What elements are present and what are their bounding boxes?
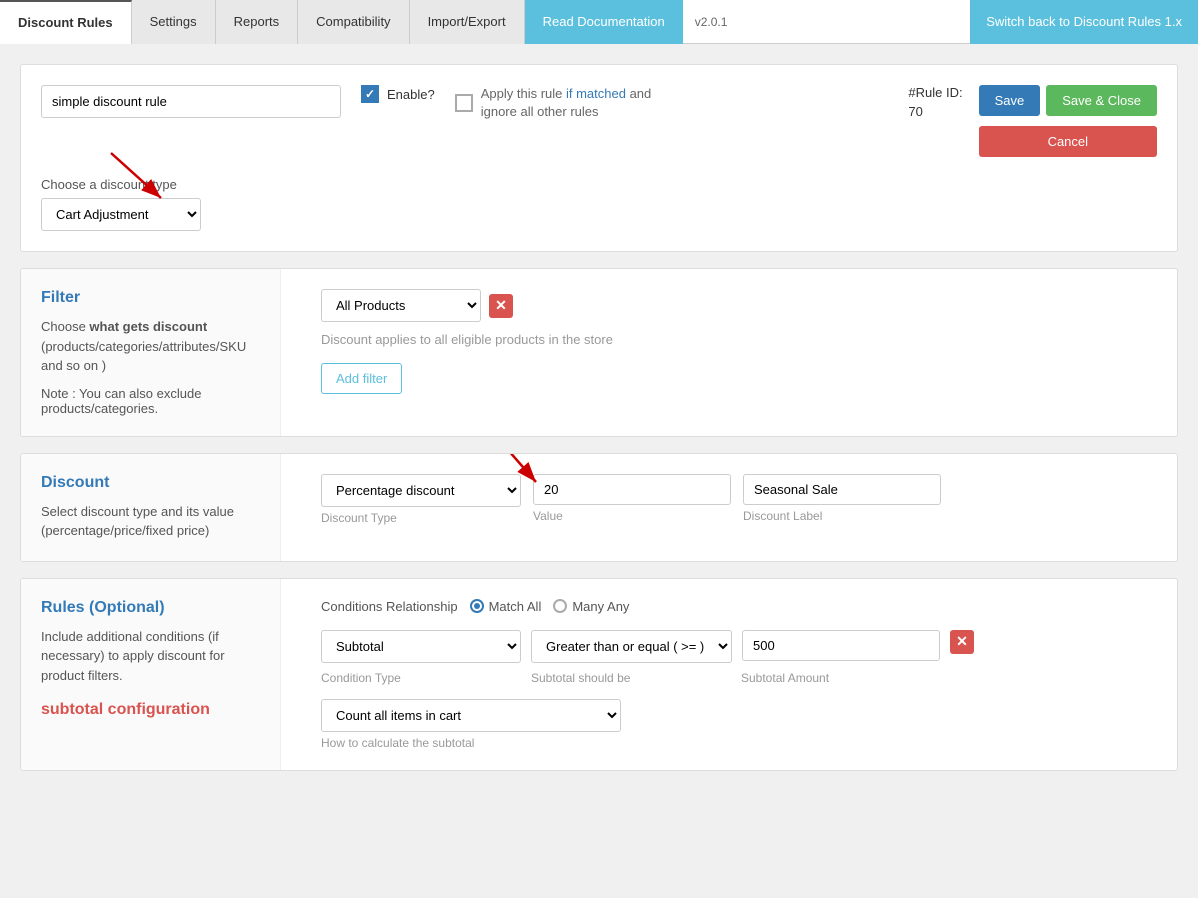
filter-note: Note : You can also exclude products/cat… (41, 386, 260, 416)
tab-reports[interactable]: Reports (216, 0, 299, 44)
subtotal-calc-select[interactable]: Count all items in cart Count unique ite… (321, 699, 621, 732)
discount-label-field-label: Discount Label (743, 509, 941, 523)
subtotal-calc-row: Count all items in cart Count unique ite… (321, 699, 1157, 750)
discount-label-input[interactable] (743, 474, 941, 505)
conditions-relationship: Conditions Relationship Match All Many A… (321, 599, 1157, 614)
match-all-radio-icon (470, 599, 484, 613)
save-button[interactable]: Save (979, 85, 1041, 116)
rules-section: Rules (Optional) Include additional cond… (20, 578, 1178, 771)
save-close-button[interactable]: Save & Close (1046, 85, 1157, 116)
subtotal-annotation: subtotal configuration (41, 701, 260, 719)
discount-desc: Select discount type and its value (perc… (41, 502, 260, 541)
rule-name-card: Enable? Apply this rule if matched and i… (20, 64, 1178, 252)
discount-section-right: Percentage discount Fixed discount Fixed… (301, 454, 1177, 561)
apply-rule-text: Apply this rule if matched and ignore al… (481, 85, 661, 121)
filter-desc-main: Choose what gets discount (products/cate… (41, 317, 260, 376)
condition-type-label: Condition Type (321, 671, 521, 685)
subtotal-should-be-label: Subtotal should be (531, 671, 731, 685)
match-all-label: Match All (489, 599, 542, 614)
rule-id-value: 70 (908, 104, 922, 119)
tab-import-export[interactable]: Import/Export (410, 0, 525, 44)
discount-type-label: Choose a discount type (41, 177, 1157, 192)
filter-section-left: Filter Choose what gets discount (produc… (21, 269, 281, 436)
subtotal-amount-label: Subtotal Amount (741, 671, 829, 685)
discount-type-field: Percentage discount Fixed discount Fixed… (321, 474, 521, 525)
add-filter-button[interactable]: Add filter (321, 363, 402, 394)
remove-condition-button[interactable]: ✕ (950, 630, 974, 654)
subtotal-calc-label: How to calculate the subtotal (321, 736, 1157, 750)
rule-id-label: #Rule ID: (908, 85, 962, 100)
enable-checkbox[interactable] (361, 85, 379, 103)
discount-section-left: Discount Select discount type and its va… (21, 454, 281, 561)
apply-rule-section: Apply this rule if matched and ignore al… (455, 85, 661, 121)
filter-applied-desc: Discount applies to all eligible product… (321, 332, 1157, 347)
rules-section-right: Conditions Relationship Match All Many A… (301, 579, 1177, 770)
discount-section: Discount Select discount type and its va… (20, 453, 1178, 562)
switch-back-button[interactable]: Switch back to Discount Rules 1.x (970, 0, 1198, 44)
tab-compatibility[interactable]: Compatibility (298, 0, 409, 44)
condition-type-select[interactable]: Subtotal Cart Item Count Customer Role (321, 630, 521, 663)
cancel-button[interactable]: Cancel (979, 126, 1157, 157)
rules-section-left: Rules (Optional) Include additional cond… (21, 579, 281, 770)
filter-title: Filter (41, 289, 260, 307)
condition-value-input[interactable] (742, 630, 940, 661)
condition-labels-row: Condition Type Subtotal should be Subtot… (321, 671, 1157, 685)
many-any-radio-icon (553, 599, 567, 613)
discount-value-field: Value (533, 474, 731, 523)
discount-title: Discount (41, 474, 260, 492)
many-any-radio[interactable]: Many Any (553, 599, 629, 614)
version-label: v2.0.1 (683, 15, 740, 29)
discount-type-field-label: Discount Type (321, 511, 521, 525)
main-content: Enable? Apply this rule if matched and i… (0, 44, 1198, 807)
match-all-radio[interactable]: Match All (470, 599, 542, 614)
rule-id-section: #Rule ID: 70 (908, 85, 962, 119)
rules-title: Rules (Optional) (41, 599, 260, 617)
discount-value-input[interactable] (533, 474, 731, 505)
condition-row: Subtotal Cart Item Count Customer Role G… (321, 630, 1157, 663)
remove-filter-button[interactable]: ✕ (489, 294, 513, 318)
top-navigation: Discount Rules Settings Reports Compatib… (0, 0, 1198, 44)
discount-type-dropdown[interactable]: Percentage discount Fixed discount Fixed… (321, 474, 521, 507)
filter-section-right: All Products Specific Products Specific … (301, 269, 1177, 436)
rules-desc: Include additional conditions (if necess… (41, 627, 260, 686)
tab-discount-rules[interactable]: Discount Rules (0, 0, 132, 44)
filter-row: All Products Specific Products Specific … (321, 289, 1157, 322)
action-buttons: Save Save & Close Cancel (979, 85, 1157, 157)
tab-settings[interactable]: Settings (132, 0, 216, 44)
discount-fields: Percentage discount Fixed discount Fixed… (321, 474, 1157, 525)
discount-label-field: Discount Label (743, 474, 941, 523)
conditions-relationship-label: Conditions Relationship (321, 599, 458, 614)
filter-section: Filter Choose what gets discount (produc… (20, 268, 1178, 437)
discount-type-section: Choose a discount type Cart Adjustment P… (41, 177, 1157, 231)
enable-label: Enable? (387, 87, 435, 102)
enable-section: Enable? (361, 85, 435, 103)
apply-rule-checkbox[interactable] (455, 94, 473, 112)
read-documentation-button[interactable]: Read Documentation (525, 0, 683, 44)
discount-type-select[interactable]: Cart Adjustment Product Discount Buy X G… (41, 198, 201, 231)
many-any-label: Many Any (572, 599, 629, 614)
rule-name-input[interactable] (41, 85, 341, 118)
all-products-select[interactable]: All Products Specific Products Specific … (321, 289, 481, 322)
discount-value-field-label: Value (533, 509, 731, 523)
condition-operator-select[interactable]: Greater than or equal ( >= ) Less than o… (531, 630, 732, 663)
